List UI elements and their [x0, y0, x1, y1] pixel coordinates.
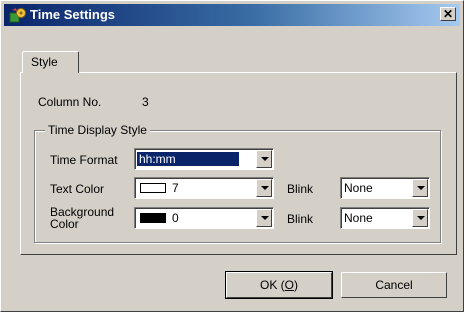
ok-button-suffix: ) — [294, 278, 298, 292]
bg-blink-value: None — [344, 211, 373, 225]
background-color-value: 0 — [172, 211, 179, 225]
chevron-down-icon — [261, 157, 269, 161]
window-title: Time Settings — [30, 7, 116, 22]
time-format-dropdown-button[interactable] — [256, 150, 272, 168]
bg-blink-label: Blink — [287, 212, 314, 226]
close-icon: ✕ — [442, 7, 454, 21]
ok-button-prefix: OK ( — [259, 278, 285, 292]
background-color-swatch — [140, 213, 166, 223]
column-no-value: 3 — [142, 95, 149, 109]
tab-style-label: Style — [31, 55, 58, 69]
text-blink-label: Blink — [287, 182, 314, 196]
cancel-button-label: Cancel — [375, 278, 413, 292]
time-format-value: hh:mm — [137, 152, 239, 166]
text-color-dropdown[interactable]: 7 — [134, 177, 274, 199]
ok-button-accelerator: O — [284, 278, 294, 292]
cancel-button[interactable]: Cancel — [341, 272, 447, 298]
close-button[interactable]: ✕ — [440, 7, 456, 21]
text-blink-value: None — [344, 181, 373, 195]
text-color-label: Text Color — [50, 182, 105, 196]
text-color-value: 7 — [172, 181, 179, 195]
chevron-down-icon — [261, 186, 269, 190]
chevron-down-icon — [417, 216, 425, 220]
background-color-dropdown[interactable]: 0 — [134, 207, 274, 229]
ok-button[interactable]: OK (O) — [225, 271, 333, 299]
chevron-down-icon — [261, 216, 269, 220]
bg-blink-dropdown[interactable]: None — [340, 207, 430, 229]
chevron-down-icon — [417, 186, 425, 190]
settings-app-icon — [9, 8, 26, 23]
bg-blink-dropdown-button[interactable] — [412, 209, 428, 227]
time-format-dropdown[interactable]: hh:mm — [134, 148, 274, 170]
time-settings-dialog: Time Settings ✕ Style Column No. 3 Time … — [0, 0, 464, 312]
text-color-swatch — [140, 183, 166, 193]
text-blink-dropdown-button[interactable] — [412, 179, 428, 197]
group-title: Time Display Style — [45, 123, 150, 137]
title-bar[interactable]: Time Settings ✕ — [4, 4, 460, 26]
background-color-label-line2: Color — [50, 217, 79, 231]
column-no-label: Column No. — [38, 95, 102, 109]
tab-style[interactable]: Style — [22, 51, 79, 73]
time-format-label: Time Format — [50, 153, 118, 167]
background-color-dropdown-button[interactable] — [256, 209, 272, 227]
text-color-dropdown-button[interactable] — [256, 179, 272, 197]
text-blink-dropdown[interactable]: None — [340, 177, 430, 199]
